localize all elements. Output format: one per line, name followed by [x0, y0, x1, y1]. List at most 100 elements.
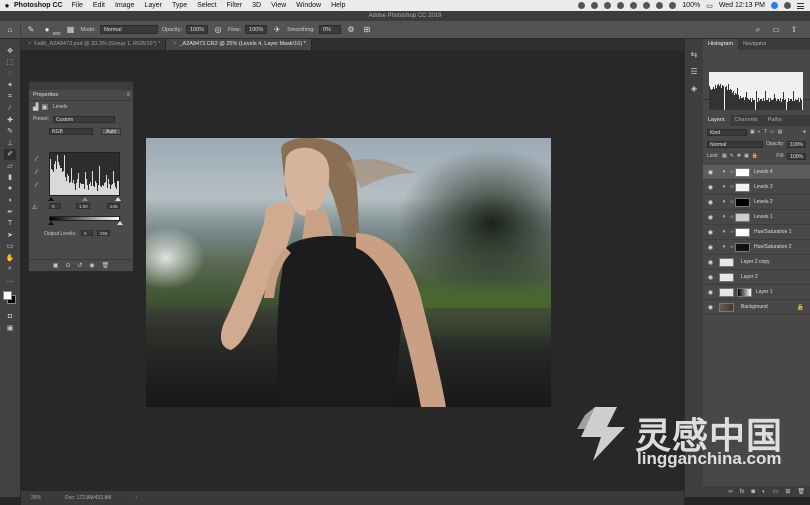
layer-row[interactable]: ◉ Background 🔒 [703, 300, 810, 315]
status-arrow-icon[interactable]: › [135, 495, 137, 501]
layer-row[interactable]: ◉ Layer 2 copy [703, 255, 810, 270]
input-gamma-field[interactable]: 1.00 [76, 203, 90, 209]
input-black-field[interactable]: 0 [49, 203, 61, 209]
layer-row[interactable]: ◉ Layer 1 [703, 285, 810, 300]
lock-position-icon[interactable]: ✥ [737, 153, 741, 159]
visibility-eye-icon[interactable]: ◉ [706, 214, 715, 221]
visibility-eye-icon[interactable]: ◉ [706, 259, 715, 266]
spotlight-icon[interactable] [784, 2, 791, 9]
flow-field[interactable]: 100% [245, 25, 268, 34]
filter-type-icon[interactable]: T [764, 129, 767, 135]
tab-faith-psd[interactable]: × Faith_A2A8473.psd @ 33.3% (Group 1, RGB… [21, 39, 167, 50]
layer-row[interactable]: ◉ ◐ ∞ Hue/Saturation 2 [703, 240, 810, 255]
blend-mode-select[interactable]: Normal [707, 140, 763, 148]
hand-tool-icon[interactable]: ✋ [4, 252, 16, 264]
layer-mask-thumbnail[interactable] [737, 287, 752, 297]
clock[interactable]: Wed 12:13 PM [719, 2, 765, 9]
symmetry-icon[interactable]: ⊞ [361, 24, 373, 36]
view-previous-icon[interactable]: ⊙ [65, 262, 70, 269]
filter-pixel-icon[interactable]: ▣ [750, 129, 755, 135]
battery-icon[interactable]: ▭ [706, 2, 713, 10]
tab-navigator[interactable]: Navigator [738, 39, 772, 50]
clone-stamp-tool-icon[interactable]: ⊥ [4, 137, 16, 149]
brush-tool-icon[interactable]: ✎ [4, 126, 16, 138]
adjustment-layer-icon[interactable]: ◐ [720, 198, 729, 207]
channel-select[interactable]: RGB [49, 127, 93, 135]
libraries-panel-icon[interactable]: ◈ [689, 83, 699, 93]
fill-field[interactable]: 100% [787, 152, 806, 160]
clip-to-layer-icon[interactable]: ▣ [53, 262, 59, 269]
menu-view[interactable]: View [271, 2, 286, 9]
layer-name[interactable]: Levels 2 [754, 199, 773, 205]
gradient-tool-icon[interactable]: ▮ [4, 172, 16, 184]
workspace-icon[interactable]: ▭ [770, 24, 782, 36]
white-point-eyedropper-icon[interactable]: ⁄ [36, 182, 37, 189]
tab-paths[interactable]: Paths [763, 115, 787, 126]
document-image[interactable] [146, 138, 551, 407]
filter-toggle[interactable]: ● [803, 129, 806, 135]
lock-artboard-icon[interactable]: ▣ [744, 153, 749, 159]
smoothing-field[interactable]: 0% [318, 25, 341, 34]
quick-mask-icon[interactable]: ◘ [4, 311, 16, 323]
search-icon[interactable]: ⌕ [752, 24, 764, 36]
layer-mask-thumbnail[interactable] [735, 227, 750, 237]
dodge-tool-icon[interactable]: ◖ [4, 195, 16, 207]
output-black-field[interactable]: 0 [81, 230, 93, 236]
input-white-field[interactable]: 245 [107, 203, 120, 209]
screen-mode-icon[interactable]: ▣ [4, 322, 16, 334]
output-white-field[interactable]: 255 [97, 230, 110, 236]
adjustment-layer-icon[interactable]: ◐ [720, 228, 729, 237]
more-tools-icon[interactable]: … [4, 275, 16, 287]
share-icon[interactable]: ⇪ [788, 24, 800, 36]
filter-kind-select[interactable]: Kind [707, 128, 747, 136]
visibility-eye-icon[interactable]: ◉ [706, 199, 715, 206]
shape-tool-icon[interactable]: ▭ [4, 241, 16, 253]
adjustment-layer-icon[interactable]: ◐ [720, 243, 729, 252]
clipping-warning-icon[interactable]: ⚠ [32, 204, 37, 211]
menu-select[interactable]: Select [197, 2, 216, 9]
notification-center-icon[interactable] [797, 2, 804, 9]
input-gamma-slider[interactable] [82, 197, 88, 201]
filter-adjustment-icon[interactable]: ◐ [758, 129, 761, 135]
zoom-level[interactable]: 25% [31, 495, 41, 501]
adjustments-panel-icon[interactable]: ☰ [689, 66, 699, 76]
pen-tool-icon[interactable]: ✒ [4, 206, 16, 218]
lock-icon[interactable]: 🔒 [797, 304, 804, 311]
adjustment-layer-icon[interactable]: ◐ [720, 183, 729, 192]
status-app-icon[interactable] [578, 2, 586, 9]
lock-transparent-icon[interactable]: ▦ [722, 153, 727, 159]
delete-layer-icon[interactable]: 🗑 [797, 488, 805, 495]
mode-select[interactable]: Normal [99, 25, 158, 34]
tab-cr2[interactable]: × _A2A8473.CR2 @ 25% (Levels 4, Layer Mas… [166, 39, 312, 50]
layer-name[interactable]: Hue/Saturation 1 [754, 229, 792, 235]
pressure-opacity-icon[interactable]: ◎ [212, 24, 224, 36]
visibility-eye-icon[interactable]: ◉ [706, 184, 715, 191]
menu-window[interactable]: Window [296, 2, 321, 9]
type-tool-icon[interactable]: T [4, 218, 16, 230]
layer-mask-thumbnail[interactable] [735, 212, 750, 222]
blur-tool-icon[interactable]: ● [4, 183, 16, 195]
visibility-eye-icon[interactable]: ◉ [706, 244, 715, 251]
new-adjustment-icon[interactable]: ◐ [762, 489, 766, 495]
brush-settings-icon[interactable]: ▦ [65, 24, 77, 36]
battery-percent[interactable]: 100% [682, 2, 700, 9]
close-icon[interactable]: × [173, 41, 176, 47]
layer-name[interactable]: Layer 2 [741, 274, 758, 280]
add-mask-icon[interactable]: ◙ [751, 489, 755, 495]
layer-name[interactable]: Layer 1 [756, 289, 773, 295]
trash-icon[interactable]: 🗑 [102, 262, 110, 269]
lock-all-icon[interactable]: 🔒 [752, 153, 758, 159]
layer-name[interactable]: Background [741, 304, 768, 310]
history-panel-icon[interactable]: ⇆ [689, 49, 699, 59]
panel-menu-icon[interactable]: ≡ [126, 92, 130, 98]
marquee-tool-icon[interactable]: ⬚ [4, 57, 16, 69]
layer-row[interactable]: ◉ ◐ ∞ Hue/Saturation 1 [703, 225, 810, 240]
layer-mask-thumbnail[interactable] [735, 182, 750, 192]
filter-shape-icon[interactable]: ▭ [770, 129, 775, 135]
visibility-eye-icon[interactable]: ◉ [706, 169, 715, 176]
preset-select[interactable]: Custom [52, 115, 115, 123]
output-white-slider[interactable] [117, 221, 123, 225]
layer-row[interactable]: ◉ ◐ ∞ Levels 4 [703, 165, 810, 180]
status-app-icon-3[interactable] [604, 2, 612, 9]
adjustment-layer-icon[interactable]: ◐ [720, 168, 729, 177]
